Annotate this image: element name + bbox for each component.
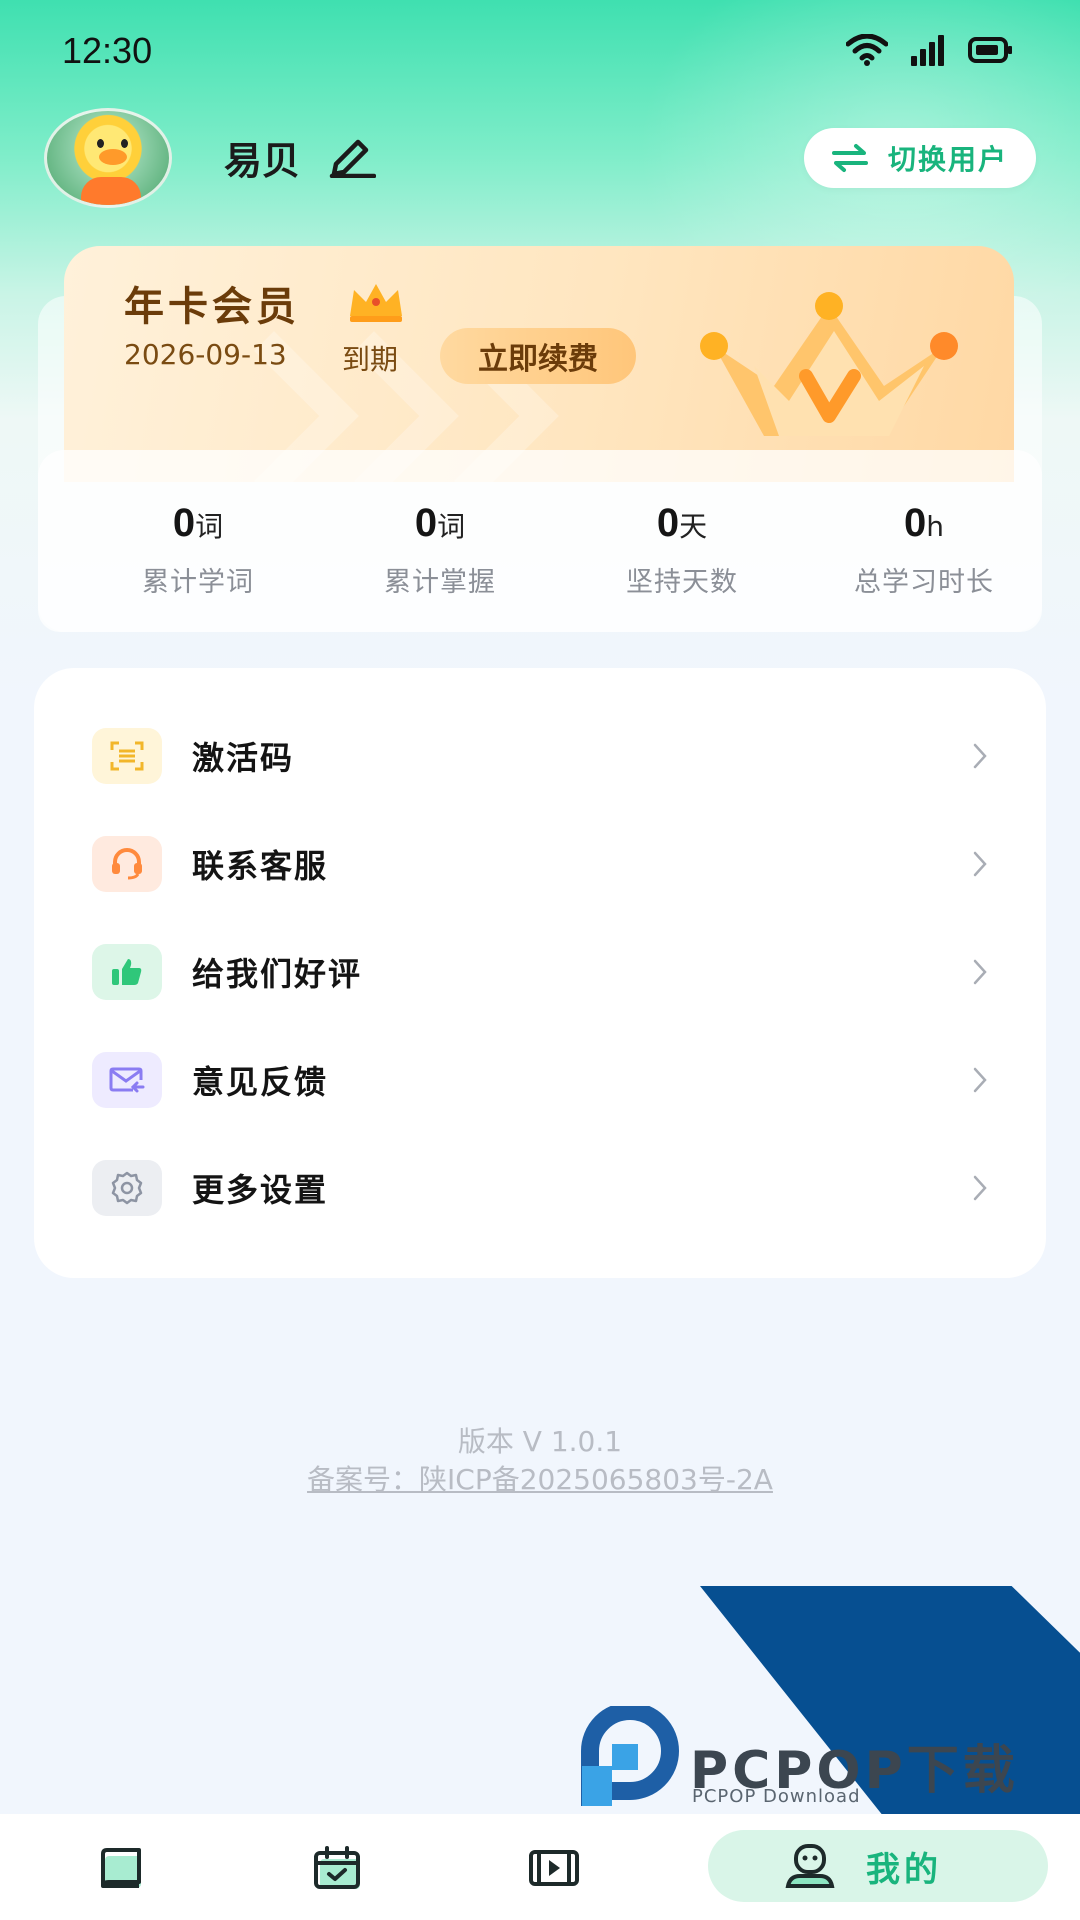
status-bar: 12:30 (0, 0, 1080, 104)
stat-unit: 词 (195, 510, 224, 543)
membership-expiry-date: 2026-09-13 (124, 338, 287, 371)
chevron-right-icon (973, 1067, 987, 1093)
stat-unit: 词 (437, 510, 466, 543)
stat-value: 0 (904, 501, 927, 545)
video-icon (529, 1850, 579, 1886)
stat-value: 0 (172, 501, 196, 545)
stat-total-words: 0词 累计学词 (78, 500, 318, 599)
renew-button[interactable]: 立即续费 (440, 328, 636, 384)
icp-link[interactable]: 备案号：陕ICP备2025065803号-2A (307, 1463, 773, 1496)
thumbs-up-icon (92, 944, 162, 1000)
wifi-icon (846, 34, 888, 66)
crown-icon (350, 284, 402, 322)
menu-label: 给我们好评 (192, 955, 363, 993)
stat-label: 坚持天数 (626, 567, 738, 598)
nav-item-checkin[interactable] (308, 1840, 368, 1896)
stats-panel: 0词 累计学词 0词 累计掌握 0天 坚持天数 0h 总学习时长 (38, 450, 1042, 632)
switch-user-label: 切换用户 (887, 143, 1008, 176)
menu-label: 意见反馈 (192, 1063, 329, 1101)
renew-label: 立即续费 (478, 342, 598, 377)
menu-item-rate-us[interactable]: 给我们好评 (34, 918, 1046, 1026)
stat-mastered-words: 0词 累计掌握 (320, 500, 560, 599)
stat-label: 累计掌握 (384, 567, 496, 598)
stat-label: 总学习时长 (854, 567, 994, 598)
book-icon (101, 1848, 141, 1888)
icp-record[interactable]: 备案号：陕ICP备2025065803号-2A (0, 1458, 1080, 1498)
battery-icon (968, 37, 1012, 63)
nav-item-mine[interactable]: 我的 (708, 1830, 1048, 1902)
menu-item-contact-support[interactable]: 联系客服 (34, 810, 1046, 918)
menu-item-activation-code[interactable]: 激活码 (34, 702, 1046, 810)
stat-streak-days: 0天 坚持天数 (562, 500, 802, 599)
scan-icon (92, 728, 162, 784)
menu-item-more-settings[interactable]: 更多设置 (34, 1134, 1046, 1242)
watermark-subtext: PCPOP Download (692, 1786, 861, 1807)
nav-item-books[interactable] (94, 1840, 154, 1896)
status-time: 12:30 (62, 30, 153, 71)
avatar[interactable] (44, 108, 172, 208)
stat-value: 0 (656, 501, 680, 545)
chevron-right-icon (973, 1175, 987, 1201)
menu-label: 激活码 (192, 739, 295, 777)
stat-total-time: 0h 总学习时长 (804, 500, 1044, 599)
version-text: 版本 V 1.0.1 (457, 1425, 623, 1458)
menu-label: 更多设置 (192, 1171, 329, 1209)
status-icons (846, 34, 1014, 66)
nav-active-label: 我的 (866, 1849, 942, 1890)
bottom-nav: 我的 (0, 1814, 1080, 1920)
username: 易贝 (224, 139, 301, 183)
chevron-right-icon (973, 851, 987, 877)
stat-unit: h (926, 510, 944, 543)
gear-icon (92, 1160, 162, 1216)
pcpop-logo-icon (581, 1706, 679, 1806)
headset-icon (92, 836, 162, 892)
stat-value: 0 (414, 501, 438, 545)
stat-label: 累计学词 (142, 567, 254, 598)
membership-expiry-suffix: 到期 (342, 343, 399, 376)
mail-icon (92, 1052, 162, 1108)
menu-card: 激活码 联系客服 给我们好评 意见反馈 更多设置 (34, 668, 1046, 1278)
user-icon (785, 1844, 835, 1888)
membership-title: 年卡会员 (124, 284, 300, 330)
membership-card[interactable]: 年卡会员 2026-09-13 到期 立即续费 (64, 246, 1014, 482)
nav-item-video[interactable] (524, 1840, 584, 1896)
chevron-right-icon (973, 959, 987, 985)
signal-icon (911, 35, 944, 66)
edit-icon[interactable] (328, 134, 376, 178)
switch-user-button[interactable]: 切换用户 (804, 128, 1036, 188)
menu-label: 联系客服 (192, 847, 329, 885)
swap-arrows-icon (831, 144, 868, 172)
calendar-check-icon (314, 1846, 360, 1889)
menu-item-feedback[interactable]: 意见反馈 (34, 1026, 1046, 1134)
chevron-right-icon (973, 743, 987, 769)
stat-unit: 天 (679, 510, 708, 543)
